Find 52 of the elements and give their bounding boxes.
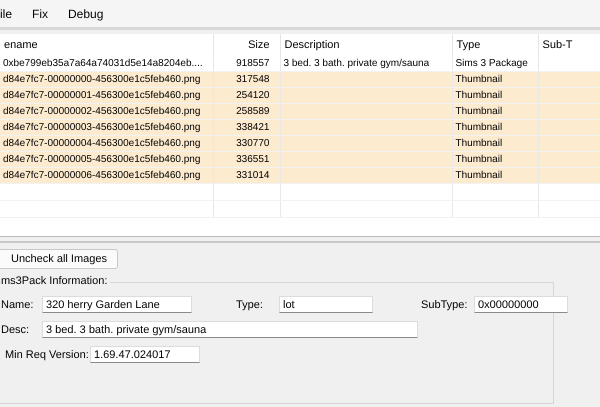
table-cell: 330770 [236, 138, 270, 149]
table-cell: 336551 [236, 154, 270, 165]
table-cell: d84e7fc7-00000003-456300e1c5feb460.png [3, 122, 200, 133]
min-req-version-field[interactable]: 1.69.47.024017 [90, 346, 200, 363]
table-row[interactable]: d84e7fc7-00000002-456300e1c5feb460.png 258589 Thumbnail [0, 104, 600, 120]
column-header[interactable]: Type [452, 34, 538, 56]
table-cell: d84e7fc7-00000006-456300e1c5feb460.png [3, 170, 200, 181]
desc-label: Desc: [0, 324, 30, 336]
table-row[interactable]: d84e7fc7-00000003-456300e1c5feb460.png 338421 Thumbnail [0, 120, 600, 136]
table-cell: Thumbnail [456, 74, 502, 85]
uncheck-all-images-button[interactable]: Uncheck all Images [0, 249, 118, 269]
table-cell: 918557 [236, 58, 270, 69]
table-cell: Sims 3 Package [456, 58, 528, 69]
table-cell: Thumbnail [456, 90, 502, 101]
column-header[interactable]: Size [213, 34, 280, 56]
column-header[interactable]: ename [0, 34, 213, 56]
column-header[interactable]: Sub-T [538, 34, 600, 56]
group-title: ms3Pack Information: [1, 275, 110, 287]
type-label: Type: [236, 298, 264, 310]
menu-item[interactable]: Fix [22, 6, 58, 20]
subtype-label: SubType: [421, 298, 468, 310]
type-field[interactable]: lot [279, 296, 373, 313]
table-cell: 331014 [236, 170, 270, 181]
subtype-field[interactable]: 0x00000000 [474, 296, 568, 313]
name-label: Name: [0, 298, 34, 310]
table-cell: d84e7fc7-00000001-456300e1c5feb460.png [3, 90, 200, 101]
table-cell: d84e7fc7-00000000-456300e1c5feb460.png [3, 74, 200, 85]
table-row[interactable]: d84e7fc7-00000006-456300e1c5feb460.png 331014 Thumbnail [0, 168, 600, 184]
name-field[interactable]: 320 herry Garden Lane [42, 296, 192, 313]
table-row[interactable]: d84e7fc7-00000000-456300e1c5feb460.png 317548 Thumbnail [0, 72, 600, 88]
table-cell: d84e7fc7-00000005-456300e1c5feb460.png [3, 154, 200, 165]
table-cell: 254120 [236, 90, 270, 101]
table-cell: Thumbnail [456, 170, 502, 181]
table-cell: Thumbnail [456, 122, 502, 133]
menu-item[interactable]: Debug [58, 6, 114, 20]
table-cell: 338421 [236, 122, 270, 133]
min-req-version-label: Min Req Version: [4, 348, 90, 360]
table-cell: Thumbnail [456, 154, 502, 165]
table-cell: 0xbe799eb35a7a64a74031d5e14a8204eb.... [3, 58, 203, 69]
desc-field[interactable]: 3 bed. 3 bath. private gym/sauna [42, 321, 418, 338]
table-cell: d84e7fc7-00000004-456300e1c5feb460.png [3, 138, 200, 149]
table-cell: d84e7fc7-00000002-456300e1c5feb460.png [3, 106, 200, 117]
column-header[interactable]: Description [280, 34, 452, 56]
table-cell: Thumbnail [456, 138, 502, 149]
table-cell: 258589 [236, 106, 270, 117]
table-row[interactable]: d84e7fc7-00000001-456300e1c5feb460.png 254120 Thumbnail [0, 88, 600, 104]
menu-item[interactable]: ile [0, 6, 22, 20]
table-row[interactable]: d84e7fc7-00000004-456300e1c5feb460.png 330770 Thumbnail [0, 136, 600, 152]
table-row[interactable]: d84e7fc7-00000005-456300e1c5feb460.png 336551 Thumbnail [0, 152, 600, 168]
table-cell: 3 bed. 3 bath. private gym/sauna [284, 58, 430, 69]
table-cell: Thumbnail [456, 106, 502, 117]
table-cell: 317548 [236, 74, 270, 85]
